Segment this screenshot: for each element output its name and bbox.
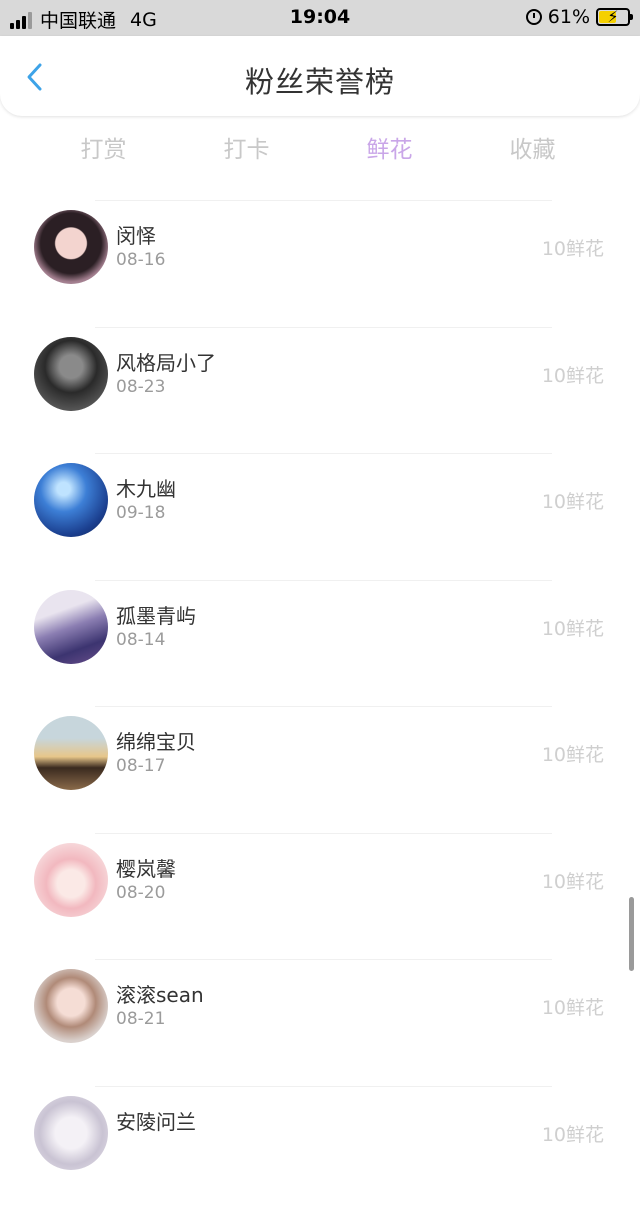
- tab-favorites[interactable]: 收藏: [461, 125, 604, 175]
- back-button[interactable]: [22, 62, 50, 92]
- list-item[interactable]: 滚滚sean 08-21 10鲜花: [0, 959, 640, 1086]
- list-item[interactable]: 木九幽 09-18 10鲜花: [0, 453, 640, 580]
- fan-name: 风格局小了: [116, 347, 216, 376]
- fan-name: 孤墨青屿: [116, 600, 196, 629]
- flower-count: 10鲜花: [542, 614, 604, 641]
- fan-date: 08-16: [116, 250, 165, 270]
- list-item[interactable]: 闵怿 08-16 10鲜花: [0, 200, 640, 327]
- tab-bar: 打赏 打卡 鲜花 收藏: [0, 125, 640, 177]
- battery-percent: 61%: [548, 6, 590, 28]
- flower-count: 10鲜花: [542, 361, 604, 388]
- fan-date: 09-18: [116, 503, 165, 523]
- nav-header: 粉丝荣誉榜: [0, 36, 640, 116]
- fan-name: 樱岚馨: [116, 853, 176, 882]
- avatar: [34, 969, 108, 1043]
- list-item[interactable]: 安陵问兰 10鲜花: [0, 1086, 640, 1212]
- status-right: 61% ⚡: [526, 6, 630, 28]
- fan-date: 08-23: [116, 377, 165, 397]
- avatar: [34, 463, 108, 537]
- avatar: [34, 337, 108, 411]
- flower-count: 10鲜花: [542, 740, 604, 767]
- avatar: [34, 210, 108, 284]
- fan-date: 08-21: [116, 1009, 165, 1029]
- flower-count: 10鲜花: [542, 234, 604, 261]
- flower-count: 10鲜花: [542, 487, 604, 514]
- fan-name: 安陵问兰: [116, 1106, 196, 1135]
- tab-checkin[interactable]: 打卡: [175, 125, 318, 175]
- fan-name: 木九幽: [116, 473, 176, 502]
- avatar: [34, 843, 108, 917]
- flower-count: 10鲜花: [542, 993, 604, 1020]
- flower-count: 10鲜花: [542, 1120, 604, 1147]
- list-item[interactable]: 绵绵宝贝 08-17 10鲜花: [0, 706, 640, 833]
- fan-date: 08-14: [116, 630, 165, 650]
- chevron-left-icon: [22, 62, 50, 92]
- status-bar: 中国联通 4G 19:04 61% ⚡: [0, 0, 640, 36]
- list-item[interactable]: 孤墨青屿 08-14 10鲜花: [0, 580, 640, 707]
- avatar: [34, 590, 108, 664]
- flower-count: 10鲜花: [542, 867, 604, 894]
- list-item[interactable]: 樱岚馨 08-20 10鲜花: [0, 833, 640, 960]
- fan-date: 08-20: [116, 883, 165, 903]
- fan-date: 08-17: [116, 756, 165, 776]
- tab-tip[interactable]: 打赏: [32, 125, 175, 175]
- list-item[interactable]: 风格局小了 08-23 10鲜花: [0, 327, 640, 454]
- alarm-icon: [526, 9, 542, 25]
- avatar: [34, 716, 108, 790]
- fan-name: 滚滚sean: [116, 979, 204, 1008]
- page-title: 粉丝荣誉榜: [0, 36, 640, 116]
- fan-name: 闵怿: [116, 220, 156, 249]
- scrollbar[interactable]: [629, 897, 634, 971]
- avatar: [34, 1096, 108, 1170]
- fan-name: 绵绵宝贝: [116, 726, 196, 755]
- battery-charging-icon: ⚡: [596, 8, 630, 26]
- tab-flowers[interactable]: 鲜花: [318, 125, 461, 175]
- fan-list: 闵怿 08-16 10鲜花 风格局小了 08-23 10鲜花 木九幽 09-18…: [0, 200, 640, 1212]
